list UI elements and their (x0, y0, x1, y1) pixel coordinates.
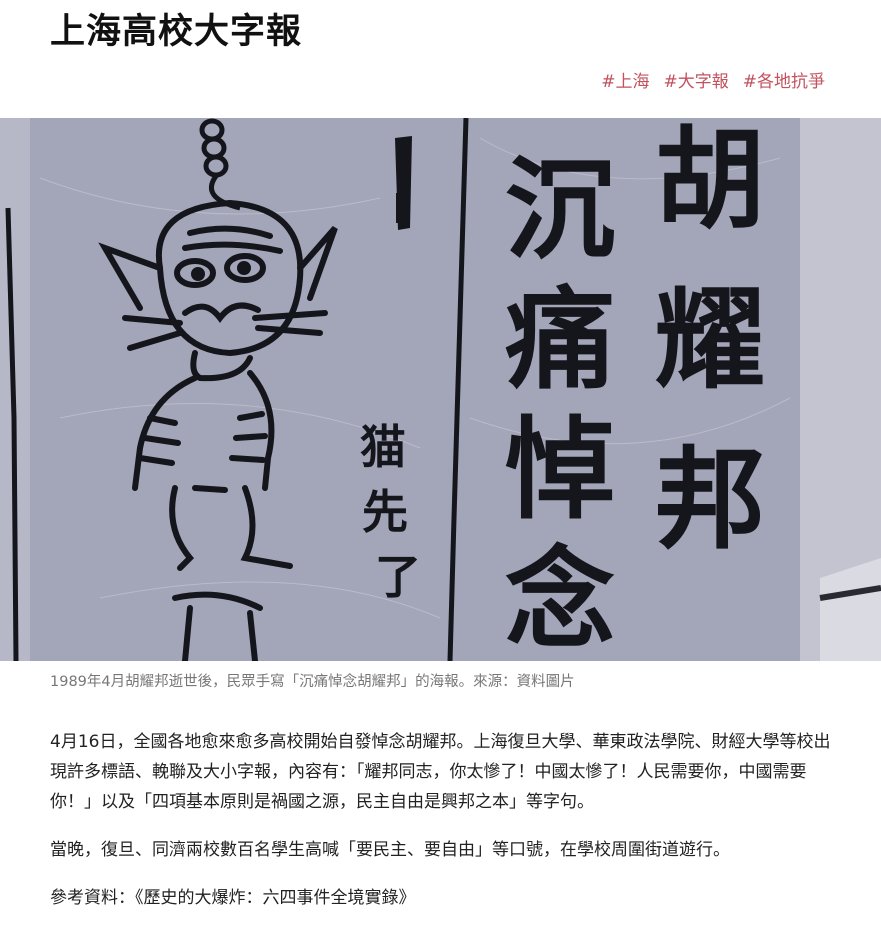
page-title: 上海高校大字報 (50, 12, 303, 52)
article-paragraph: 4月16日，全國各地愈來愈多高校開始自發悼念胡耀邦。上海復旦大學、華東政法學院、… (50, 732, 831, 812)
article-paragraph: 當晚，復旦、同濟兩校數百名學生高喊「要民主、要自由」等口號，在學校周圍街道遊行。 (50, 840, 730, 860)
poster-char-hu: 胡 (655, 118, 765, 244)
photo-caption: 1989年4月胡耀邦逝世後，民眾手寫「沉痛悼念胡耀邦」的海報。來源：資料圖片 (50, 674, 575, 690)
poster-char-nian: 念 (505, 535, 615, 661)
tag-list: #上海 #大字報 #各地抗爭 (601, 70, 825, 94)
tag-shanghai[interactable]: #上海 (601, 70, 649, 94)
tag-regional-protests[interactable]: #各地抗爭 (743, 70, 825, 94)
poster-char-chen: 沉 (505, 145, 615, 274)
poster-signature-char-3: 了 (375, 550, 421, 604)
article-reference: 參考資料：《歷史的大爆炸：六四事件全境實錄》 (50, 888, 416, 908)
article-body: 4月16日，全國各地愈來愈多高校開始自發悼念胡耀邦。上海復旦大學、華東政法學院、… (50, 727, 840, 931)
poster-char-dao: 悼 (505, 405, 615, 534)
poster-signature-char-1: 猫 (360, 420, 406, 474)
poster-signature-char-2: 先 (362, 485, 408, 539)
poster-char-bang: 邦 (655, 435, 765, 564)
poster-photo: 猫 先 了 沉 痛 悼 念 胡 耀 邦 (0, 118, 881, 661)
poster-char-tong: 痛 (505, 275, 615, 404)
tag-big-character-poster[interactable]: #大字報 (664, 70, 729, 94)
poster-char-yao: 耀 (655, 275, 765, 404)
